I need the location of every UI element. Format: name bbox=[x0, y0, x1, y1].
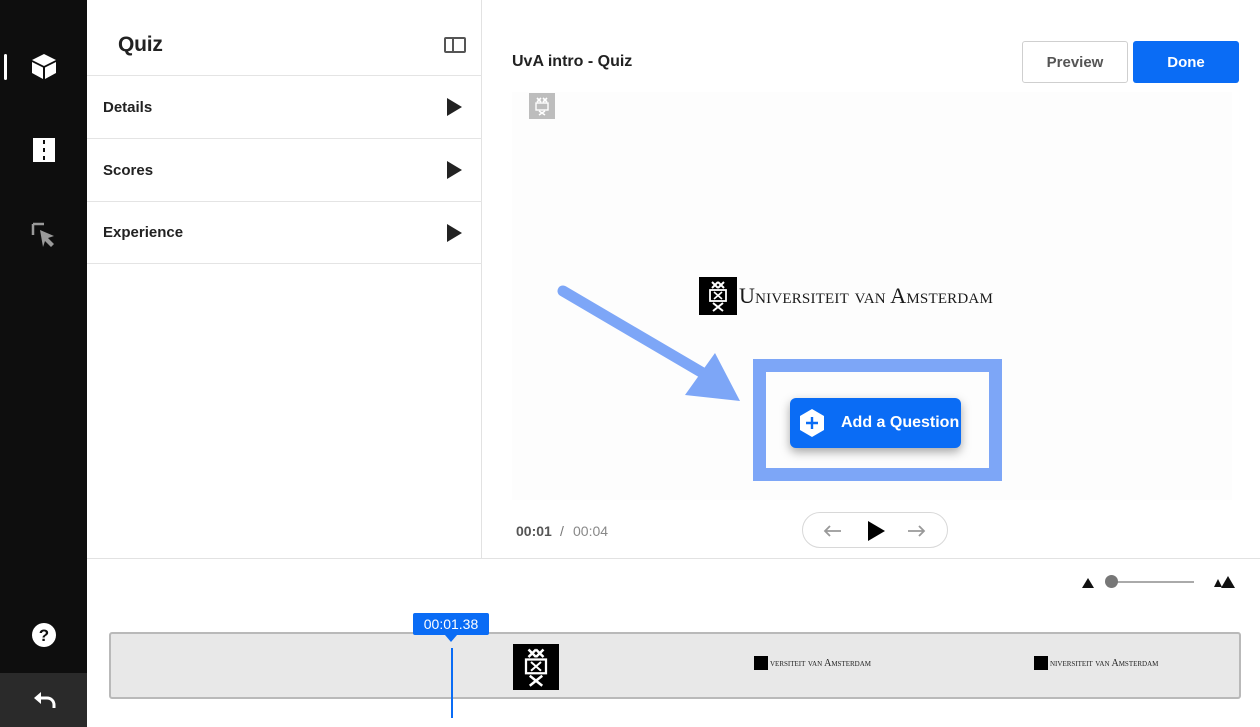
playhead-time-label[interactable]: 00:01.38 bbox=[413, 613, 489, 642]
annotation-arrow-icon bbox=[557, 285, 740, 401]
thumbnail-crest-icon bbox=[754, 656, 768, 670]
preview-button[interactable]: Preview bbox=[1022, 41, 1128, 83]
playback-controls bbox=[802, 512, 948, 548]
cursor-select-icon bbox=[31, 222, 54, 247]
zoom-out-icon[interactable] bbox=[1082, 578, 1094, 588]
caret-right-icon bbox=[447, 224, 462, 242]
section-experience[interactable]: Experience bbox=[87, 201, 482, 264]
rail-item-interactions[interactable] bbox=[0, 36, 87, 96]
add-question-button[interactable]: Add a Question bbox=[790, 398, 961, 448]
timeline-filmstrip[interactable]: versiteit van Amsterdam niversiteit van … bbox=[109, 632, 1241, 699]
thumbnail-crest-icon bbox=[513, 644, 559, 690]
caret-right-icon bbox=[447, 161, 462, 179]
current-time: 00:01 bbox=[516, 523, 552, 539]
thumbnail-logo-text: niversiteit van Amsterdam bbox=[1050, 657, 1159, 669]
panel-title: Quiz bbox=[118, 33, 163, 56]
section-details[interactable]: Details bbox=[87, 75, 482, 138]
rail-item-chapters[interactable] bbox=[0, 120, 87, 180]
editor-title: UvA intro - Quiz bbox=[512, 53, 633, 70]
caret-right-icon bbox=[447, 98, 462, 116]
section-label: Details bbox=[103, 98, 153, 116]
question-circle-icon: ? bbox=[31, 623, 56, 647]
thumbnail-logo: versiteit van Amsterdam bbox=[754, 656, 871, 670]
play-button[interactable] bbox=[863, 518, 889, 544]
arrow-left-icon bbox=[823, 525, 841, 537]
total-time: 00:04 bbox=[573, 523, 609, 539]
rail-item-hotspots[interactable] bbox=[0, 205, 87, 265]
uva-logo-text: Universiteit van Amsterdam bbox=[739, 283, 993, 308]
cube-icon bbox=[31, 54, 56, 79]
film-strip-icon bbox=[32, 138, 55, 162]
zoom-slider-handle[interactable] bbox=[1105, 575, 1118, 588]
svg-text:?: ? bbox=[38, 626, 48, 645]
add-question-label: Add a Question bbox=[841, 414, 960, 431]
thumbnail-logo-text: versiteit van Amsterdam bbox=[770, 657, 871, 669]
hexagon-plus-icon bbox=[800, 409, 824, 437]
undo-arrow-icon bbox=[33, 692, 55, 708]
left-navigation-rail: ? bbox=[0, 0, 87, 727]
rail-item-back[interactable] bbox=[0, 673, 87, 727]
section-label: Experience bbox=[103, 224, 184, 241]
panel-collapse-icon[interactable] bbox=[444, 37, 466, 53]
thumbnail-logo: niversiteit van Amsterdam bbox=[1034, 656, 1158, 670]
zoom-in-icon[interactable] bbox=[1213, 576, 1235, 588]
timeline-divider bbox=[87, 558, 1260, 559]
thumbnail-crest-icon bbox=[1034, 656, 1048, 670]
quiz-settings-panel: Quiz Details Scores Experience bbox=[87, 0, 482, 558]
section-scores[interactable]: Scores bbox=[87, 138, 482, 201]
uva-watermark-icon bbox=[529, 93, 555, 119]
zoom-slider-track[interactable] bbox=[1106, 581, 1194, 583]
previous-button[interactable] bbox=[819, 518, 845, 544]
rail-item-help[interactable]: ? bbox=[0, 605, 87, 665]
done-button[interactable]: Done bbox=[1133, 41, 1239, 83]
play-icon bbox=[868, 521, 885, 541]
playhead-line[interactable] bbox=[451, 648, 453, 718]
section-label: Scores bbox=[103, 161, 154, 179]
time-separator: / bbox=[560, 523, 564, 539]
next-button[interactable] bbox=[904, 518, 930, 544]
arrow-right-icon bbox=[908, 525, 926, 537]
